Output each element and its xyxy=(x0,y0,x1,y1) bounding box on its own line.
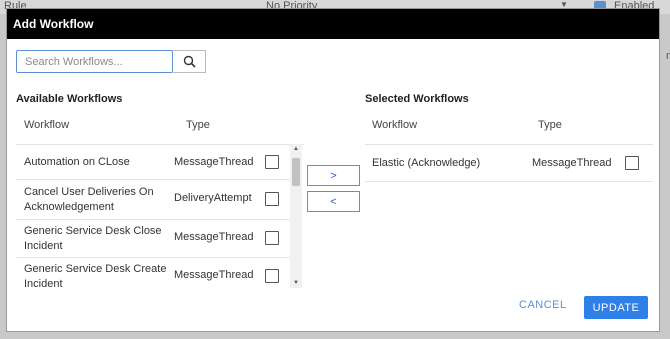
available-workflows-title: Available Workflows xyxy=(16,93,123,105)
workflow-name: Generic Service Desk Create Incident xyxy=(24,263,167,288)
workflow-type: MessageThread xyxy=(174,269,254,281)
move-to-selected-button[interactable]: > xyxy=(307,165,360,186)
available-workflows-list: Automation on CLose MessageThread Cancel… xyxy=(16,144,304,288)
workflow-type: MessageThread xyxy=(174,156,254,168)
workflow-name: Generic Service Desk Close Incident xyxy=(24,225,162,252)
scroll-up-arrow-icon[interactable]: ▲ xyxy=(290,144,302,154)
list-item[interactable]: Elastic (Acknowledge) MessageThread xyxy=(365,145,653,182)
cancel-button[interactable]: CANCEL xyxy=(519,299,567,311)
available-col-type: Type xyxy=(186,119,210,131)
search-bar xyxy=(16,50,206,73)
workflow-checkbox[interactable] xyxy=(265,269,279,283)
workflow-checkbox[interactable] xyxy=(265,192,279,206)
selected-col-type: Type xyxy=(538,119,562,131)
list-item[interactable]: Cancel User Deliveries On Acknowledgemen… xyxy=(16,180,296,220)
search-input[interactable] xyxy=(16,50,173,73)
workflow-name: Automation on CLose xyxy=(24,156,130,168)
workflow-checkbox[interactable] xyxy=(265,231,279,245)
workflow-checkbox[interactable] xyxy=(265,155,279,169)
list-item[interactable]: Generic Service Desk Close Incident Mess… xyxy=(16,220,296,258)
selected-workflows-title: Selected Workflows xyxy=(365,93,469,105)
selected-col-workflow: Workflow xyxy=(372,119,418,131)
scroll-down-arrow-icon[interactable]: ▼ xyxy=(290,278,302,288)
add-workflow-dialog: Add Workflow Available Workflows Selecte… xyxy=(6,8,660,332)
move-to-available-button[interactable]: < xyxy=(307,191,360,212)
available-col-workflow: Workflow xyxy=(24,119,70,131)
background-side-text: nc xyxy=(666,50,670,62)
search-button[interactable] xyxy=(173,50,206,73)
workflow-checkbox[interactable] xyxy=(625,156,639,170)
scroll-thumb[interactable] xyxy=(292,158,300,186)
dialog-title: Add Workflow xyxy=(7,9,659,39)
workflow-name: Elastic (Acknowledge) xyxy=(372,157,481,169)
workflow-type: DeliveryAttempt xyxy=(174,192,252,204)
available-list-scrollbar[interactable]: ▲ ▼ xyxy=(290,144,302,288)
update-button[interactable]: UPDATE xyxy=(584,296,648,319)
list-item[interactable]: Generic Service Desk Create Incident Mes… xyxy=(16,258,296,288)
selected-workflows-list: Elastic (Acknowledge) MessageThread xyxy=(365,144,653,182)
workflow-type: MessageThread xyxy=(174,231,254,243)
list-item[interactable]: Automation on CLose MessageThread xyxy=(16,145,296,180)
workflow-type: MessageThread xyxy=(532,157,612,169)
search-icon xyxy=(183,55,196,68)
workflow-name: Cancel User Deliveries On Acknowledgemen… xyxy=(24,186,154,213)
